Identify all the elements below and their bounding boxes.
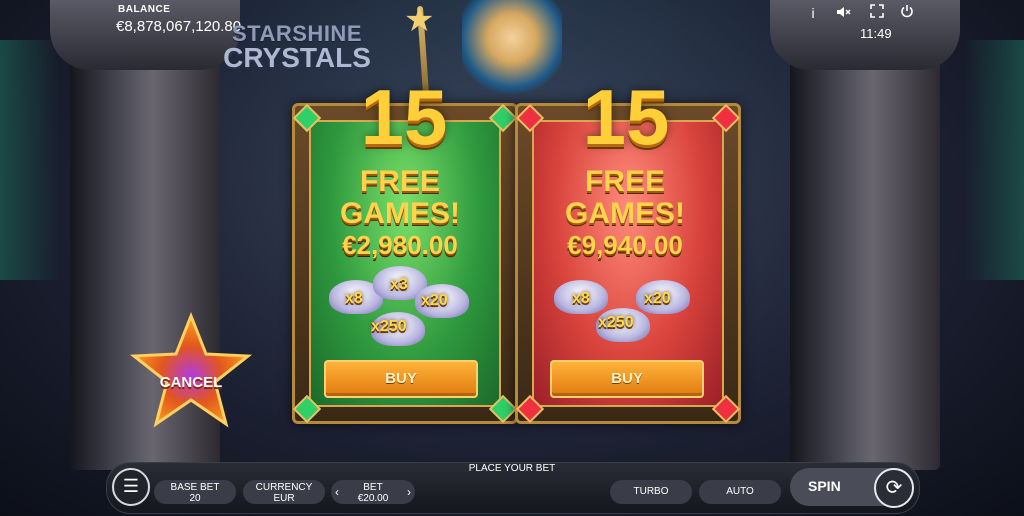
multiplier-badge: x8: [572, 290, 590, 307]
multiplier-badge: x250: [371, 318, 407, 335]
auto-button[interactable]: AUTO: [699, 480, 781, 504]
spin-arrows-icon[interactable]: ⟳: [874, 468, 914, 508]
power-icon[interactable]: [898, 4, 916, 22]
clock: 11:49: [860, 26, 892, 41]
spin-label: SPIN: [808, 478, 841, 494]
chevron-right-icon[interactable]: ›: [407, 480, 411, 504]
base-bet-label: BASE BET: [170, 482, 220, 493]
buy-button[interactable]: BUY: [324, 360, 478, 398]
offer-spins-count: 15: [360, 73, 448, 161]
logo-line-2: CRYSTALS: [223, 42, 371, 73]
balance-label: BALANCE: [118, 4, 171, 15]
sound-off-icon[interactable]: [834, 4, 852, 22]
offer-title-line-1: FREE: [584, 165, 665, 198]
multiplier-badge: x8: [345, 290, 363, 307]
fullscreen-icon[interactable]: [868, 4, 886, 22]
menu-button[interactable]: ☰: [112, 468, 150, 506]
background-glow-left: [0, 40, 60, 280]
cancel-button[interactable]: CANCEL: [128, 312, 254, 432]
base-bet-value: 20: [189, 493, 201, 504]
bet-selector: ‹ BET €20.00 ›: [331, 480, 415, 504]
multiplier-badge: x250: [598, 314, 634, 331]
bet-label: BET: [363, 482, 383, 493]
multiplier-badge: x20: [421, 292, 448, 309]
pillar-right: [790, 0, 940, 470]
offer-title-line-1: FREE: [359, 165, 440, 198]
cancel-label: CANCEL: [159, 374, 223, 391]
star-icon: [129, 312, 253, 428]
turbo-button[interactable]: TURBO: [610, 480, 692, 504]
game-logo: STARSHINE CRYSTALS: [222, 22, 372, 73]
base-bet-display: BASE BET 20: [154, 480, 236, 504]
multiplier-badge: x20: [644, 290, 671, 307]
offer-title-line-2: GAMES!: [340, 197, 460, 230]
currency-display: CURRENCY EUR: [243, 480, 325, 504]
hamburger-icon: ☰: [122, 476, 140, 496]
offer-title: FREE GAMES!: [540, 166, 710, 230]
currency-label: CURRENCY: [255, 482, 313, 493]
currency-value: EUR: [273, 493, 295, 504]
info-icon[interactable]: i: [804, 4, 822, 22]
buy-button[interactable]: BUY: [550, 360, 704, 398]
bet-value: €20.00: [357, 493, 389, 504]
wand-star-icon: ★: [404, 1, 435, 39]
character-portrait: [462, 0, 562, 100]
offer-price: €9,940.00: [567, 230, 683, 260]
offer-spins-count: 15: [582, 73, 670, 161]
multiplier-group: x8 x20 x250: [540, 262, 710, 357]
chevron-left-icon[interactable]: ‹: [335, 480, 339, 504]
background-glow-right: [964, 40, 1024, 280]
offer-title: FREE GAMES!: [315, 166, 485, 230]
offer-title-line-2: GAMES!: [565, 197, 685, 230]
multiplier-group: x8 x3 x20 x250: [315, 262, 485, 357]
multiplier-badge: x3: [390, 276, 408, 293]
offer-price: €2,980.00: [342, 230, 458, 260]
